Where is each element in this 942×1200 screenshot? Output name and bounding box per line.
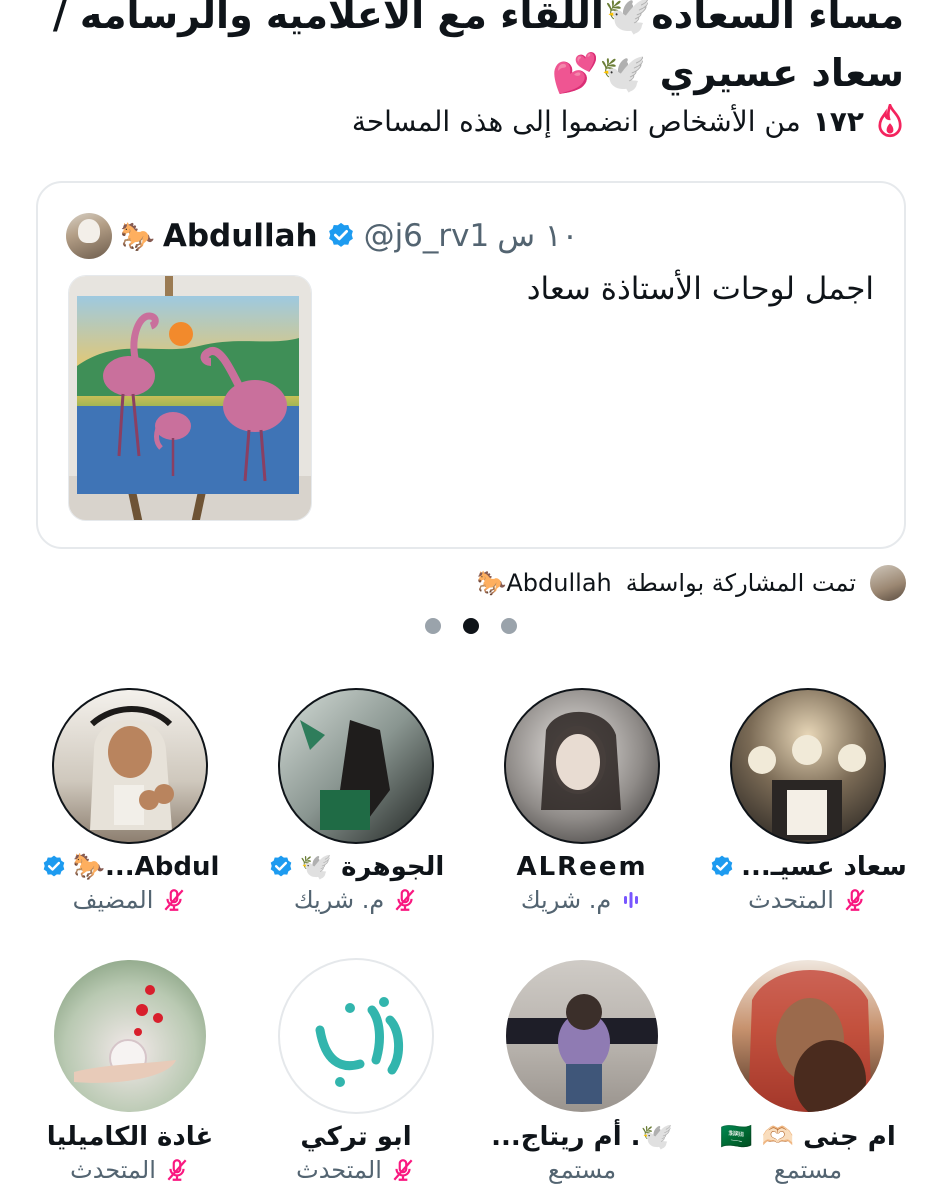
- participant-name-row: 🕊️. أم ريتاج...: [470, 1122, 694, 1152]
- participant-name: 🕊️. أم ريتاج...: [491, 1122, 673, 1152]
- participant-name: ابو تركي: [300, 1122, 412, 1152]
- joined-count-line: ١٧٢ من الأشخاص انضموا إلى هذه المساحة: [352, 104, 904, 138]
- participant-avatar: [278, 688, 434, 844]
- mic-off-icon: [164, 889, 184, 911]
- participant-role-row: م. شريك: [470, 886, 694, 914]
- mic-off-icon: [395, 889, 415, 911]
- verified-badge-icon: [328, 222, 353, 247]
- participant-photo: [748, 970, 872, 1112]
- participant-role: المتحدث: [296, 1156, 382, 1184]
- shared-by-name: Abdullah🐎: [476, 569, 612, 597]
- participant-avatar: [730, 958, 886, 1114]
- participant-role-row: مستمع: [470, 1156, 694, 1184]
- verified-badge-icon: [711, 855, 733, 877]
- participant-name-row: غادة الكاميليا: [18, 1122, 242, 1152]
- participant-avatar: [278, 958, 434, 1114]
- joined-count: ١٧٢: [812, 104, 864, 138]
- mic-off-icon: [845, 889, 865, 911]
- participant-name: غادة الكاميليا: [46, 1122, 214, 1152]
- space-details-page: مساء السعاده🕊️اللقاء مع الاعلاميه والرسا…: [0, 0, 942, 1200]
- participant-role-row: المضيف: [18, 886, 242, 914]
- flamingo-painting-illustration: [69, 276, 311, 520]
- participant-name-row: Abdul...🐎: [18, 852, 242, 882]
- participant-card[interactable]: ALReem م. شريك: [470, 688, 694, 914]
- participant-photo: [89, 706, 174, 830]
- participant-card[interactable]: 🕊️. أم ريتاج... مستمع: [470, 958, 694, 1184]
- participant-avatar: [504, 688, 660, 844]
- participant-role: المضيف: [72, 886, 154, 914]
- participant-avatar: [504, 958, 660, 1114]
- joined-text: من الأشخاص انضموا إلى هذه المساحة: [351, 104, 801, 138]
- pager-dot[interactable]: [501, 618, 517, 634]
- verified-badge-icon: [43, 855, 64, 877]
- pager-dot[interactable]: [425, 618, 441, 634]
- participant-role: مستمع: [773, 1156, 843, 1184]
- verified-badge-icon: [270, 855, 291, 877]
- participant-name: الجوهرة 🕊️: [299, 852, 445, 882]
- speaking-icon: [624, 892, 639, 908]
- tweet-header: 🐎 Abdullah @j6_rv1 ١٠ س: [66, 213, 578, 259]
- participant-avatar: [52, 688, 208, 844]
- tweet-author-avatar[interactable]: [66, 213, 112, 259]
- flamingo-painting-image[interactable]: [68, 275, 312, 521]
- participant-card[interactable]: ابو تركي المتحدث: [244, 958, 468, 1184]
- mic-off-icon: [393, 1159, 413, 1181]
- participant-card[interactable]: ام جنى 🫶🏻 🇸🇦 مستمع: [696, 958, 920, 1184]
- participant-name-row: ام جنى 🫶🏻 🇸🇦: [696, 1122, 920, 1152]
- participant-photo: [541, 711, 621, 810]
- participant-card[interactable]: الجوهرة 🕊️ م. شريك: [244, 688, 468, 914]
- carousel-pager: [0, 618, 942, 634]
- participant-role-row: المتحدث: [18, 1156, 242, 1184]
- participant-role: م. شريك: [293, 886, 385, 914]
- participant-photo: [74, 985, 176, 1083]
- participant-name-row: الجوهرة 🕊️: [244, 852, 468, 882]
- tweet-author-name[interactable]: Abdullah: [163, 218, 318, 254]
- participant-role: مستمع: [547, 1156, 617, 1184]
- participant-card[interactable]: سعاد عسيـ... المتحدث: [696, 688, 920, 914]
- shared-by-line[interactable]: تمت المشاركة بواسطة Abdullah🐎: [476, 565, 906, 601]
- tweet-time: ١٠ س: [497, 218, 579, 254]
- flame-icon: [878, 104, 902, 138]
- participant-name: ALReem: [516, 852, 648, 882]
- participant-photo: [300, 720, 390, 830]
- participant-avatar: [52, 958, 208, 1114]
- pinned-tweet-card[interactable]: 🐎 Abdullah @j6_rv1 ١٠ س اجمل لوحات الأست…: [36, 181, 906, 549]
- participant-name: ام جنى 🫶🏻 🇸🇦: [720, 1122, 896, 1152]
- participant-card[interactable]: غادة الكاميليا المتحدث: [18, 958, 242, 1184]
- horse-icon: 🐎: [120, 219, 155, 253]
- participant-role-row: م. شريك: [244, 886, 468, 914]
- participant-name-row: سعاد عسيـ...: [696, 852, 920, 882]
- tweet-text: اجمل لوحات الأستاذة سعاد: [526, 271, 874, 307]
- participant-photo: [506, 994, 658, 1104]
- participant-role-row: المتحدث: [244, 1156, 468, 1184]
- participant-role: م. شريك: [520, 886, 612, 914]
- space-title: مساء السعاده🕊️اللقاء مع الاعلاميه والرسا…: [52, 0, 904, 95]
- participant-name-row: ابو تركي: [244, 1122, 468, 1152]
- participant-role-row: المتحدث: [696, 886, 920, 914]
- participant-photo: [748, 735, 866, 840]
- participant-name: سعاد عسيـ...: [741, 852, 907, 882]
- tweet-author-handle[interactable]: @j6_rv1: [364, 218, 490, 254]
- participant-role: المتحدث: [748, 886, 834, 914]
- shared-by-label: تمت المشاركة بواسطة: [625, 569, 856, 597]
- participant-name-row: ALReem: [470, 852, 694, 882]
- participant-name: Abdul...🐎: [72, 852, 220, 882]
- participant-role: المتحدث: [70, 1156, 156, 1184]
- participant-role-row: مستمع: [696, 1156, 920, 1184]
- participant-photo: [315, 997, 403, 1087]
- participant-avatar: [730, 688, 886, 844]
- pager-dot-active[interactable]: [463, 618, 479, 634]
- mic-off-icon: [167, 1159, 187, 1181]
- participant-card[interactable]: Abdul...🐎 المضيف: [18, 688, 242, 914]
- shared-by-avatar: [870, 565, 906, 601]
